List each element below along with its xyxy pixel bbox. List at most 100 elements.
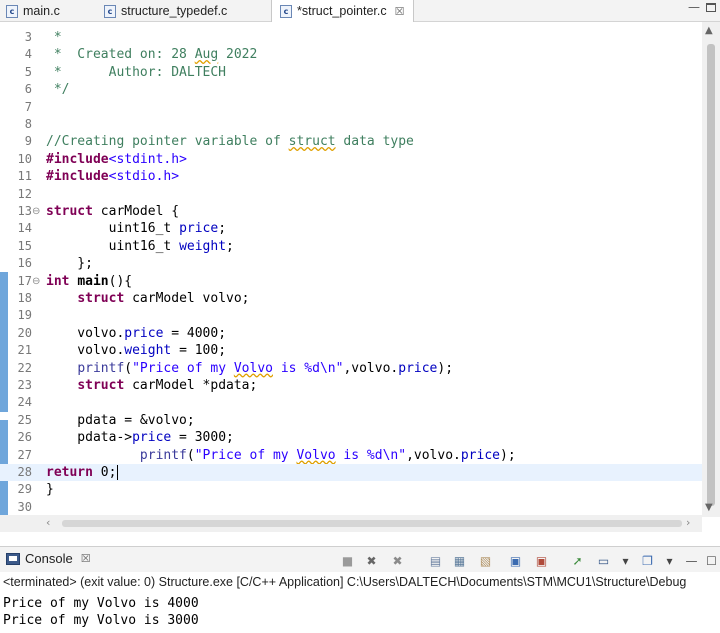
- code-line[interactable]: 7: [0, 99, 702, 116]
- code-line[interactable]: 20 volvo.price = 4000;: [0, 325, 702, 342]
- code-line[interactable]: 18 struct carModel volvo;: [0, 290, 702, 307]
- code-text: pdata->price = 3000;: [46, 430, 234, 446]
- code-line[interactable]: 28 return 0;: [0, 464, 702, 482]
- line-number: 5: [24, 64, 32, 79]
- vertical-scrollbar[interactable]: ▲ ▼: [702, 22, 720, 517]
- maximize-editor-icon[interactable]: [706, 3, 716, 12]
- c-file-icon: c: [280, 4, 292, 18]
- tab-console[interactable]: Console ☒: [6, 551, 91, 566]
- console-output-line: Price of my Volvo is 4000: [3, 596, 199, 611]
- code-text: pdata = &volvo;: [46, 412, 195, 428]
- line-number: 26: [17, 430, 32, 445]
- code-text: * Author: DALTECH: [46, 64, 227, 80]
- code-line[interactable]: 22 printf("Price of my Volvo is %d\n",vo…: [0, 360, 702, 377]
- close-console-icon[interactable]: ☒: [81, 552, 91, 565]
- scroll-left-icon[interactable]: ‹: [46, 516, 50, 529]
- code-line[interactable]: 10 #include<stdint.h>: [0, 151, 702, 168]
- tab-label: structure_typedef.c: [121, 4, 228, 18]
- tab-main-c[interactable]: c main.c: [6, 0, 60, 22]
- code-line[interactable]: 6 */: [0, 81, 702, 98]
- scroll-right-icon[interactable]: ›: [686, 516, 690, 529]
- code-line[interactable]: 26 pdata->price = 3000;: [0, 429, 702, 446]
- code-line[interactable]: 29}: [0, 481, 702, 498]
- code-line[interactable]: 5 * Author: DALTECH: [0, 64, 702, 81]
- code-text: uint16_t price;: [46, 221, 227, 237]
- line-number: 6: [24, 82, 32, 97]
- console-tab-bar: Console ☒ ■ ✖ ✖ ▤ ▦ ▧ ▣ ▣ ➚ ▭ ▾ ❐ ▾ — ☐: [0, 546, 720, 572]
- display-dropdown-icon[interactable]: ▾: [618, 553, 633, 568]
- show-on-stdout-icon[interactable]: ▣: [508, 553, 523, 568]
- code-text: printf("Price of my Volvo is %d\n",volvo…: [139, 447, 516, 463]
- code-line[interactable]: 4 * Created on: 28 Aug 2022: [0, 46, 702, 63]
- code-line[interactable]: 27 printf("Price of my Volvo is %d\n",vo…: [0, 447, 702, 464]
- code-line[interactable]: 19: [0, 307, 702, 324]
- new-console-icon[interactable]: ❐: [640, 553, 655, 568]
- clear-console-icon[interactable]: ▤: [428, 553, 443, 568]
- remove-launch-icon[interactable]: ✖: [364, 553, 379, 568]
- scrollbar-thumb[interactable]: [707, 44, 715, 506]
- code-line[interactable]: 8: [0, 116, 702, 133]
- new-dropdown-icon[interactable]: ▾: [662, 553, 677, 568]
- maximize-icon[interactable]: ☐: [704, 553, 719, 568]
- code-line[interactable]: 30: [0, 499, 702, 516]
- code-text: printf("Price of my Volvo is %d\n",volvo…: [77, 360, 454, 376]
- scroll-down-icon[interactable]: ▼: [705, 502, 713, 513]
- fold-toggle-icon[interactable]: ⊖: [32, 273, 40, 290]
- code-line[interactable]: 23 struct carModel *pdata;: [0, 377, 702, 394]
- code-line[interactable]: 16 };: [0, 255, 702, 272]
- display-console-icon[interactable]: ▭: [596, 553, 611, 568]
- terminate-icon[interactable]: ■: [340, 553, 355, 568]
- line-number: 11: [17, 169, 32, 184]
- console-output-line: Price of my Volvo is 3000: [3, 613, 199, 628]
- code-text: struct carModel {: [46, 204, 180, 219]
- code-line[interactable]: 17 ⊖ int main(){: [0, 273, 702, 290]
- c-file-icon: c: [6, 4, 18, 18]
- tab-struct-pointer-c[interactable]: c *struct_pointer.c ☒: [271, 0, 414, 22]
- minimize-editor-icon[interactable]: —: [688, 0, 700, 14]
- horizontal-scrollbar[interactable]: ‹ ›: [0, 515, 702, 532]
- line-number: 4: [24, 47, 32, 62]
- code-line[interactable]: 24: [0, 394, 702, 411]
- minimize-icon[interactable]: —: [684, 553, 699, 568]
- code-text: //Creating pointer variable of struct da…: [46, 134, 414, 150]
- code-line[interactable]: 15 uint16_t weight;: [0, 238, 702, 255]
- code-text: uint16_t weight;: [46, 238, 234, 254]
- code-text: volvo.weight = 100;: [46, 343, 227, 359]
- code-line[interactable]: 21 volvo.weight = 100;: [0, 342, 702, 359]
- close-tab-icon[interactable]: ☒: [395, 5, 405, 18]
- code-editor[interactable]: 3 * 4 * Created on: 28 Aug 2022 5 * Author…: [0, 22, 720, 532]
- code-text: return 0;: [46, 465, 119, 480]
- tab-label: main.c: [23, 4, 60, 18]
- console-status: <terminated> (exit value: 0) Structure.e…: [3, 575, 687, 589]
- word-wrap-icon[interactable]: ▧: [478, 553, 493, 568]
- scrollbar-thumb[interactable]: [62, 520, 682, 527]
- code-line[interactable]: 25 pdata = &volvo;: [0, 412, 702, 429]
- code-text: #include<stdint.h>: [46, 151, 187, 167]
- code-line[interactable]: 9 //Creating pointer variable of struct d…: [0, 133, 702, 150]
- code-line[interactable]: 13 ⊖ struct carModel {: [0, 203, 702, 220]
- line-number: 22: [17, 360, 32, 375]
- code-text: }: [46, 482, 54, 498]
- scroll-up-icon[interactable]: ▲: [705, 25, 713, 36]
- code-text: */: [46, 82, 70, 98]
- line-number: 30: [17, 499, 32, 514]
- line-number: 23: [17, 378, 32, 392]
- line-number: 14: [17, 221, 32, 236]
- line-number: 29: [17, 482, 32, 497]
- remove-all-icon[interactable]: ✖: [390, 553, 405, 568]
- code-line[interactable]: 3 *: [0, 29, 702, 46]
- tab-structure-typedef-c[interactable]: c structure_typedef.c: [104, 0, 227, 22]
- line-number: 10: [17, 151, 32, 166]
- tab-label: *struct_pointer.c: [297, 4, 387, 18]
- code-text: * Created on: 28 Aug 2022: [46, 47, 258, 63]
- code-text: struct carModel volvo;: [77, 291, 250, 306]
- scroll-lock-icon[interactable]: ▦: [452, 553, 467, 568]
- code-line[interactable]: 14 uint16_t price;: [0, 220, 702, 237]
- code-line[interactable]: 11 #include<stdio.h>: [0, 168, 702, 185]
- pin-console-icon[interactable]: ➚: [570, 553, 585, 568]
- c-file-icon: c: [104, 4, 116, 18]
- code-line[interactable]: 12: [0, 186, 702, 203]
- fold-toggle-icon[interactable]: ⊖: [32, 203, 40, 220]
- line-number: 13: [17, 204, 32, 218]
- show-on-stderr-icon[interactable]: ▣: [534, 553, 549, 568]
